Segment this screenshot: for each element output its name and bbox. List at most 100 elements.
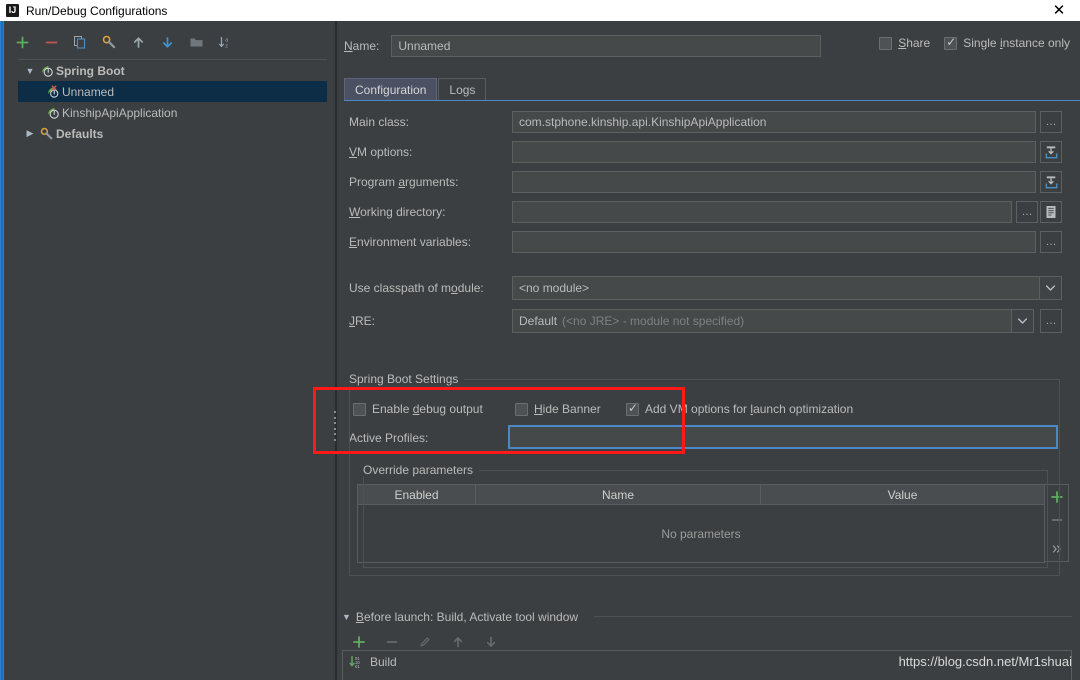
arrow-down-icon — [486, 636, 496, 647]
ellipsis-icon: … — [1045, 116, 1057, 128]
chevron-down-icon[interactable] — [1039, 276, 1061, 299]
enable-debug-output-checkbox-box[interactable] — [353, 402, 366, 416]
environment-variables-label: Environment variables: — [349, 235, 472, 249]
environment-variables-input[interactable] — [512, 231, 1036, 253]
before-launch-toolbar — [349, 632, 501, 652]
active-profiles-input[interactable] — [508, 425, 1058, 449]
expand-vm-options-button[interactable] — [1040, 141, 1062, 163]
configurations-sidebar: a z ▼ Spring Boot Unnamed KinshipApiAppl… — [4, 21, 335, 680]
arrow-down-icon[interactable] — [157, 32, 177, 52]
table-action-buttons — [1045, 484, 1069, 562]
spring-boot-settings-divider — [449, 379, 1059, 380]
hide-banner-checkbox-box[interactable] — [515, 402, 528, 416]
add-configuration-button[interactable] — [12, 32, 32, 52]
chevron-down-icon[interactable] — [1011, 309, 1033, 332]
pencil-icon — [420, 637, 430, 647]
spring-boot-settings-title: Spring Boot Settings — [349, 372, 465, 386]
tree-item-label: KinshipApiApplication — [62, 105, 178, 120]
add-task-button[interactable] — [349, 632, 369, 652]
ellipsis-icon: … — [1045, 314, 1057, 327]
chevron-down-icon[interactable]: ▼ — [22, 66, 38, 76]
classpath-module-combobox[interactable]: <no module> — [512, 275, 1062, 300]
chevron-down-icon[interactable]: ▼ — [342, 612, 351, 622]
program-arguments-input[interactable] — [512, 171, 1036, 193]
jre-combobox[interactable]: Default (<no JRE> - module not specified… — [512, 308, 1034, 333]
table-body: No parameters — [358, 505, 1044, 562]
window-left-edge-accent-inner — [1, 21, 3, 680]
single-instance-only-checkbox[interactable]: Single instance only — [944, 35, 1070, 50]
tab-configuration[interactable]: Configuration — [344, 78, 438, 100]
program-arguments-label: Program arguments: — [349, 175, 459, 189]
remove-parameter-button[interactable] — [1045, 508, 1069, 531]
browse-jre-button[interactable]: … — [1040, 308, 1062, 333]
browse-working-directory-button[interactable]: … — [1016, 201, 1038, 223]
tab-logs[interactable]: Logs — [438, 78, 487, 100]
working-directory-label: Working directory: — [349, 205, 446, 219]
watermark-text: https://blog.csdn.net/Mr1shuai — [898, 654, 1072, 669]
edit-task-button[interactable] — [415, 632, 435, 652]
jre-value-detail: (<no JRE> - module not specified) — [562, 313, 745, 328]
drag-handle[interactable] — [333, 411, 337, 441]
sort-alpha-icon[interactable]: a z — [215, 32, 235, 52]
jre-value: Default — [519, 313, 558, 328]
main-class-input[interactable] — [512, 111, 1036, 133]
ellipsis-icon: … — [1045, 236, 1057, 248]
minus-icon — [386, 641, 398, 643]
vm-options-label: VM options: — [349, 145, 413, 159]
close-icon[interactable]: ✕ — [1038, 0, 1080, 21]
tree-item-defaults[interactable]: ▶ Defaults — [18, 123, 327, 144]
tree-item-kinshipapiapplication[interactable]: KinshipApiApplication — [18, 102, 327, 123]
copy-icon[interactable] — [70, 32, 90, 52]
share-checkbox-box[interactable] — [879, 36, 893, 50]
remove-task-button[interactable] — [382, 632, 402, 652]
column-header-enabled[interactable]: Enabled — [358, 485, 476, 504]
plus-icon — [1050, 490, 1063, 503]
before-launch-header[interactable]: ▼ Before launch: Build, Activate tool wi… — [342, 610, 578, 624]
editor-tabs: Configuration Logs — [344, 78, 487, 100]
share-checkbox[interactable]: Share — [879, 36, 930, 50]
column-header-value[interactable]: Value — [761, 485, 1044, 504]
active-profiles-label: Active Profiles: — [349, 431, 429, 445]
chevron-right-icon[interactable]: ▶ — [22, 128, 38, 139]
classpath-module-value: <no module> — [519, 280, 590, 295]
enable-debug-output-checkbox[interactable]: Enable debug output — [353, 402, 483, 416]
tab-underline — [344, 100, 1080, 101]
plus-icon — [353, 636, 365, 648]
configuration-editor-panel: Name: Share Single instance only Configu… — [334, 21, 1080, 680]
add-vm-options-checkbox[interactable]: Add VM options for launch optimization — [626, 401, 854, 416]
folder-icon[interactable] — [186, 32, 206, 52]
name-input[interactable] — [391, 35, 822, 57]
column-header-name[interactable]: Name — [476, 485, 761, 504]
hide-banner-checkbox[interactable]: Hide Banner — [515, 402, 601, 416]
working-directory-input[interactable] — [512, 201, 1012, 223]
edit-environment-variables-button[interactable]: … — [1040, 231, 1062, 253]
add-parameter-button[interactable] — [1045, 485, 1069, 508]
tree-item-unnamed[interactable]: Unnamed — [18, 81, 327, 102]
expand-program-arguments-button[interactable] — [1040, 171, 1062, 193]
arrow-up-icon[interactable] — [128, 32, 148, 52]
tree-item-label: Spring Boot — [56, 63, 125, 78]
move-task-down-button[interactable] — [481, 632, 501, 652]
insert-macro-button[interactable] — [1040, 201, 1062, 223]
single-instance-only-checkbox-box[interactable] — [944, 35, 958, 50]
before-launch-divider — [594, 616, 1072, 617]
single-instance-only-label: Single instance only — [963, 36, 1070, 50]
configuration-form: Main class: … VM options: — [344, 107, 1080, 337]
spring-boot-settings-left-border — [349, 379, 350, 575]
spring-boot-icon — [44, 106, 62, 120]
classpath-module-label: Use classpath of module: — [349, 280, 484, 295]
remove-configuration-button[interactable] — [41, 32, 61, 52]
move-task-up-button[interactable] — [448, 632, 468, 652]
spring-boot-error-icon — [44, 84, 62, 99]
wrench-icon — [38, 127, 56, 141]
add-vm-options-label: Add VM options for launch optimization — [645, 402, 854, 416]
expand-editor-icon — [1045, 145, 1057, 158]
override-parameters-right-border — [1047, 470, 1048, 567]
more-parameter-actions-button[interactable] — [1045, 538, 1069, 561]
browse-main-class-button[interactable]: … — [1040, 111, 1062, 133]
wrench-icon[interactable] — [99, 32, 119, 52]
configurations-tree[interactable]: ▼ Spring Boot Unnamed KinshipApiApplicat… — [18, 59, 327, 676]
add-vm-options-checkbox-box[interactable] — [626, 401, 639, 416]
vm-options-input[interactable] — [512, 141, 1036, 163]
tree-item-spring-boot[interactable]: ▼ Spring Boot — [18, 60, 327, 81]
